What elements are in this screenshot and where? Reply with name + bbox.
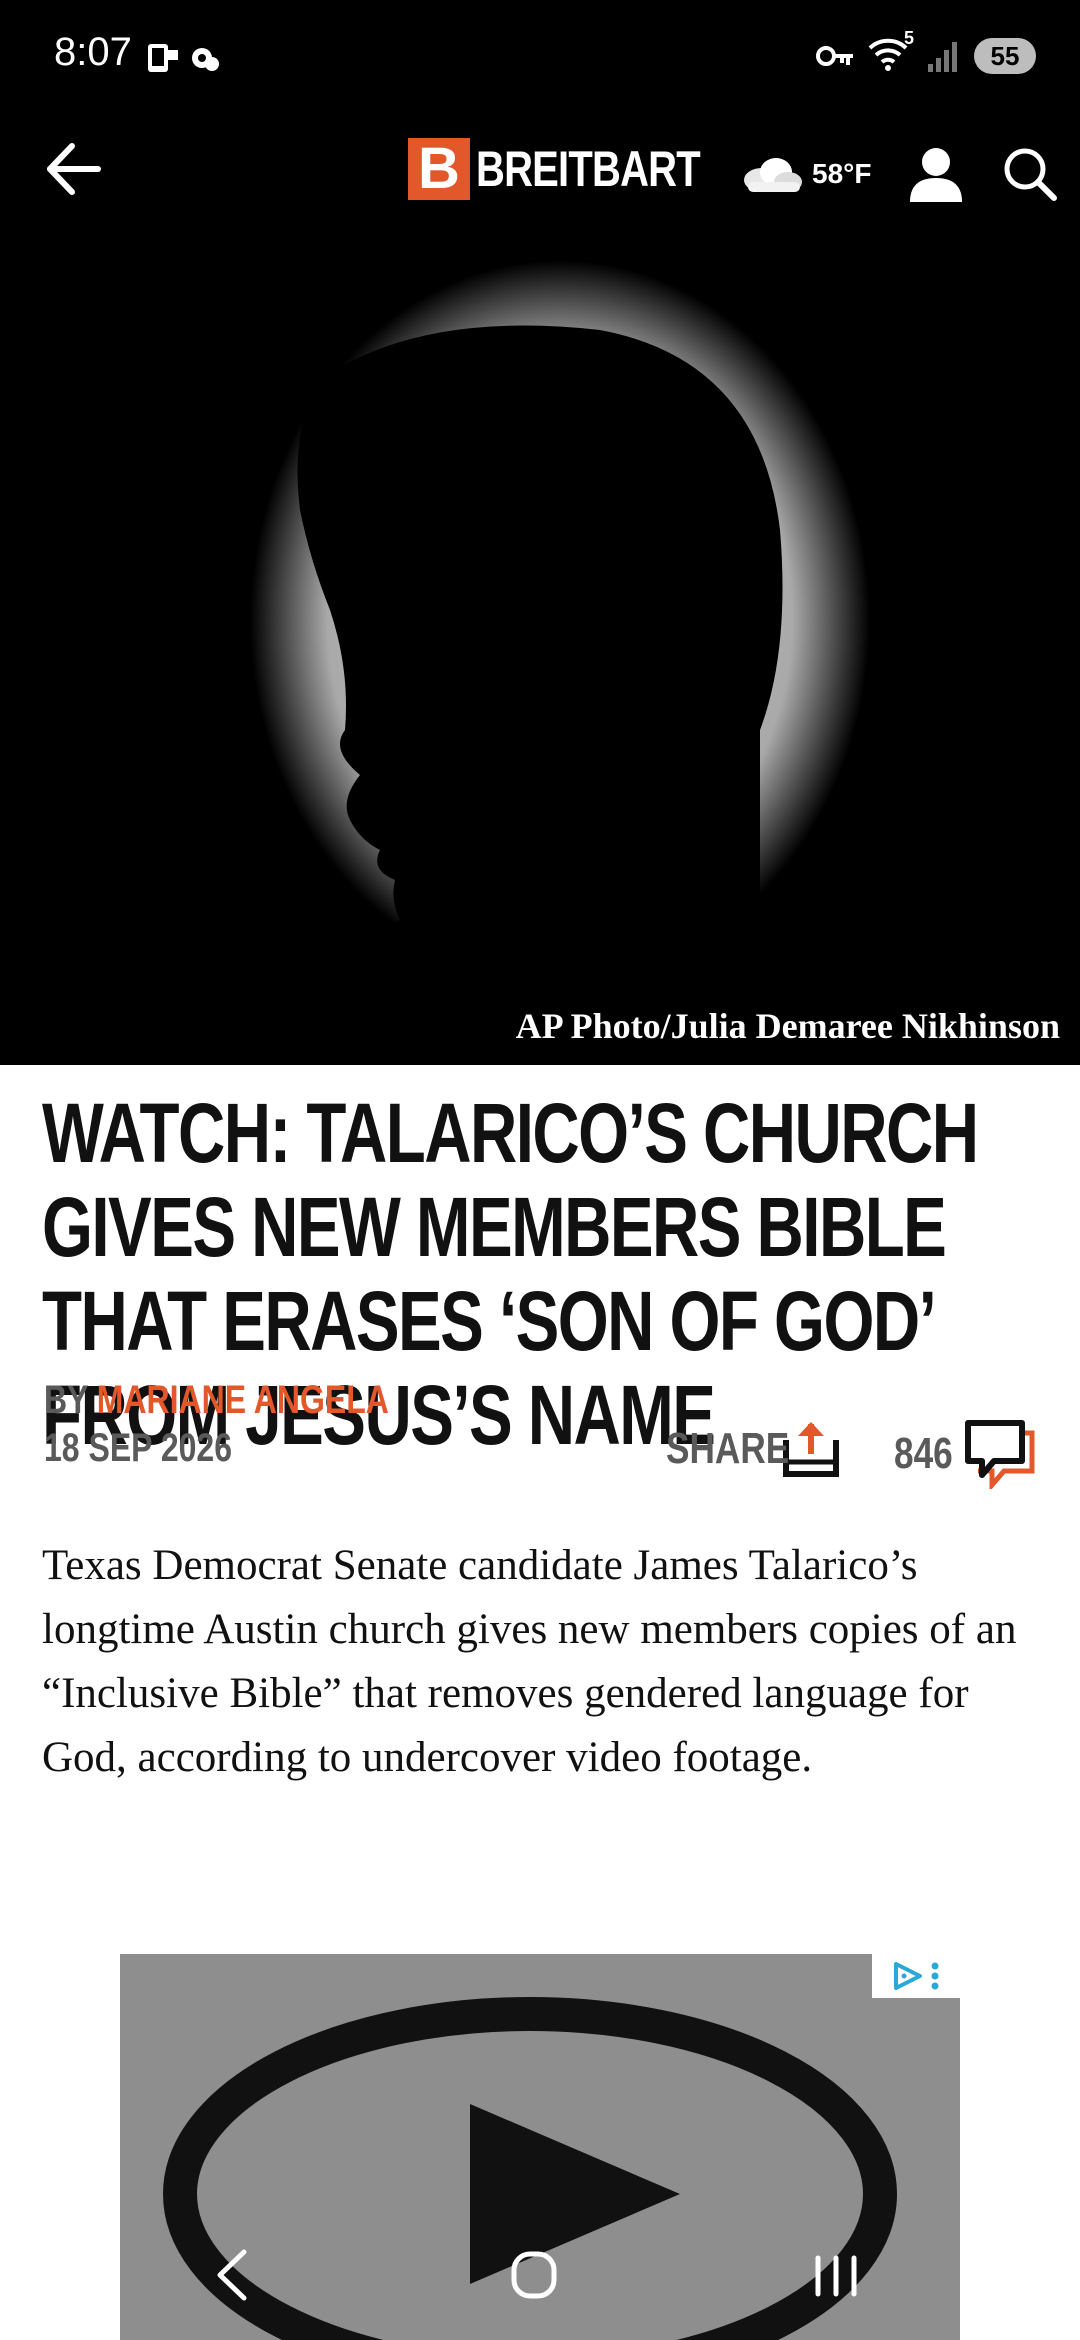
signal-icon [928,42,957,72]
network-badge: 5 [903,28,914,48]
status-time: 8:07 [54,30,132,74]
photo-caption: AP Photo/Julia Demaree Nikhinson [509,1001,1066,1051]
publish-date: 18 SEP 2026 [44,1426,233,1470]
weather-temp: 58°F [812,158,872,189]
app-header: B BREITBART 58°F [0,110,1080,230]
comment-count: 846 [894,1429,953,1478]
cloud-icon [744,158,802,192]
author-link[interactable]: MARIANE ANGELA [97,1378,389,1422]
status-right-icons: 5 55 [816,28,1036,78]
back-button[interactable] [40,134,110,204]
adchoices-badge[interactable] [872,1954,960,1998]
notification-icon [148,44,219,72]
adchoices-icon [894,1962,922,1990]
search-icon [1004,148,1057,201]
nav-recents-button[interactable] [796,2240,876,2310]
silhouette-photo [0,230,1080,1065]
weather-widget[interactable]: 58°F [740,146,871,202]
nav-recents-icon [815,2255,857,2297]
article-body: Texas Democrat Senate candidate James Ta… [42,1542,1017,1781]
notification-icons [146,38,226,78]
breitbart-logo[interactable]: B BREITBART [408,138,756,200]
share-icon [783,1422,839,1477]
byline-prefix: BY [44,1378,97,1422]
back-arrow-icon [47,143,101,195]
logo-mark: B [408,138,470,200]
comment-icon [965,1420,1035,1489]
share-button[interactable]: SHARE [666,1414,842,1484]
hero-image[interactable]: AP Photo/Julia Demaree Nikhinson [0,230,1080,1065]
user-icon [910,148,962,202]
more-options-icon [931,1962,939,1990]
account-button[interactable] [908,144,964,204]
logo-text: BREITBART [476,141,701,197]
nav-home-button[interactable] [494,2240,574,2310]
system-nav-bar [0,2210,1080,2340]
nav-home-icon [511,2251,557,2299]
share-label: SHARE [666,1424,790,1473]
battery-indicator: 55 [974,38,1036,74]
nav-back-icon [217,2249,247,2301]
status-bar: 8:07 5 55 [0,0,1080,110]
vpn-key-icon [816,46,853,66]
wifi-icon: 5 [868,28,914,76]
nav-back-button[interactable] [192,2240,272,2310]
comments-button[interactable]: 846 [894,1414,1036,1494]
byline: BY MARIANE ANGELA [44,1378,389,1423]
search-button[interactable] [1000,144,1060,204]
